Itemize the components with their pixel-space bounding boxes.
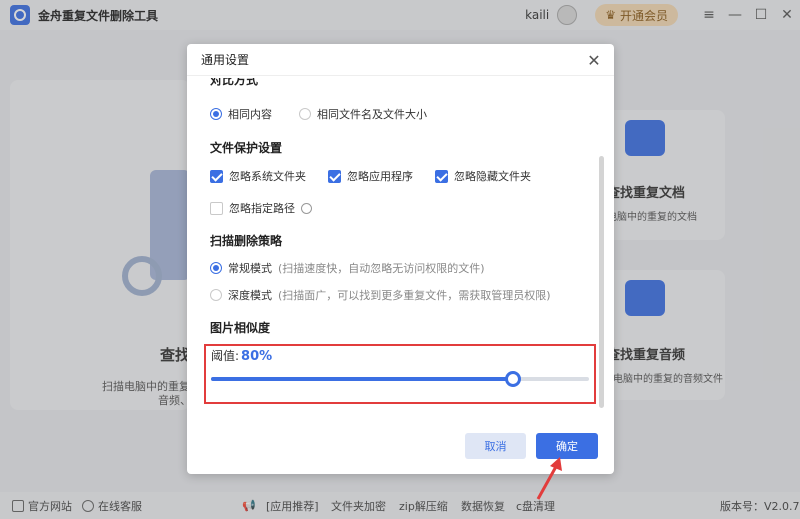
dialog-close-icon[interactable]: ✕ — [584, 50, 604, 70]
checkbox-icon — [435, 169, 448, 183]
compare-option-same-content[interactable]: 相同内容 — [210, 106, 272, 122]
scan-normal-mode-radio[interactable]: 常规模式 (扫描速度快，自动忽略无访问权限的文件) — [210, 260, 485, 276]
checkbox-icon — [328, 169, 341, 183]
ignore-path-checkbox[interactable]: 忽略指定路径 — [210, 200, 312, 216]
threshold-value: 80% — [241, 349, 273, 364]
slider-fill — [211, 377, 514, 381]
scan-deep-mode-radio[interactable]: 深度模式 (扫描面广，可以找到更多重复文件，需获取管理员权限) — [210, 287, 551, 303]
option-label: 相同文件名及文件大小 — [317, 108, 427, 121]
checkbox-icon — [210, 201, 223, 215]
red-arrow-icon — [536, 457, 562, 500]
threshold-label: 阈值: — [211, 349, 240, 363]
cancel-button[interactable]: 取消 — [465, 433, 526, 459]
radio-icon — [210, 262, 222, 274]
radio-icon — [210, 289, 222, 301]
threshold-slider[interactable] — [211, 371, 589, 387]
ignore-system-folder-checkbox[interactable]: 忽略系统文件夹 — [210, 168, 306, 184]
protect-section-title: 文件保护设置 — [210, 141, 283, 155]
option-label: 相同内容 — [228, 108, 272, 121]
option-hint: (扫描速度快，自动忽略无访问权限的文件) — [278, 262, 485, 275]
option-hint: (扫描面广，可以找到更多重复文件，需获取管理员权限) — [278, 289, 551, 302]
checkbox-icon — [210, 169, 223, 183]
scan-section-title: 扫描删除策略 — [210, 234, 283, 248]
radio-icon — [299, 108, 311, 120]
gear-icon[interactable] — [301, 202, 312, 214]
compare-option-same-name-size[interactable]: 相同文件名及文件大小 — [299, 106, 427, 122]
option-label: 忽略指定路径 — [229, 202, 295, 215]
option-label: 忽略应用程序 — [347, 170, 413, 183]
dialog-title: 通用设置 — [201, 53, 250, 67]
option-label: 深度模式 — [228, 289, 272, 302]
ignore-apps-checkbox[interactable]: 忽略应用程序 — [328, 168, 413, 184]
ignore-hidden-folder-checkbox[interactable]: 忽略隐藏文件夹 — [435, 168, 531, 184]
option-label: 忽略系统文件夹 — [229, 170, 306, 183]
threshold-row: 阈值: 80% — [211, 347, 272, 364]
option-label: 常规模式 — [228, 262, 272, 275]
radio-icon — [210, 108, 222, 120]
option-label: 忽略隐藏文件夹 — [454, 170, 531, 183]
dialog-scrollbar[interactable] — [599, 156, 604, 408]
compare-section-title: 对比方式 — [210, 78, 259, 86]
similarity-section-title: 图片相似度 — [210, 321, 271, 335]
dialog-header: 通用设置 ✕ — [187, 44, 614, 76]
